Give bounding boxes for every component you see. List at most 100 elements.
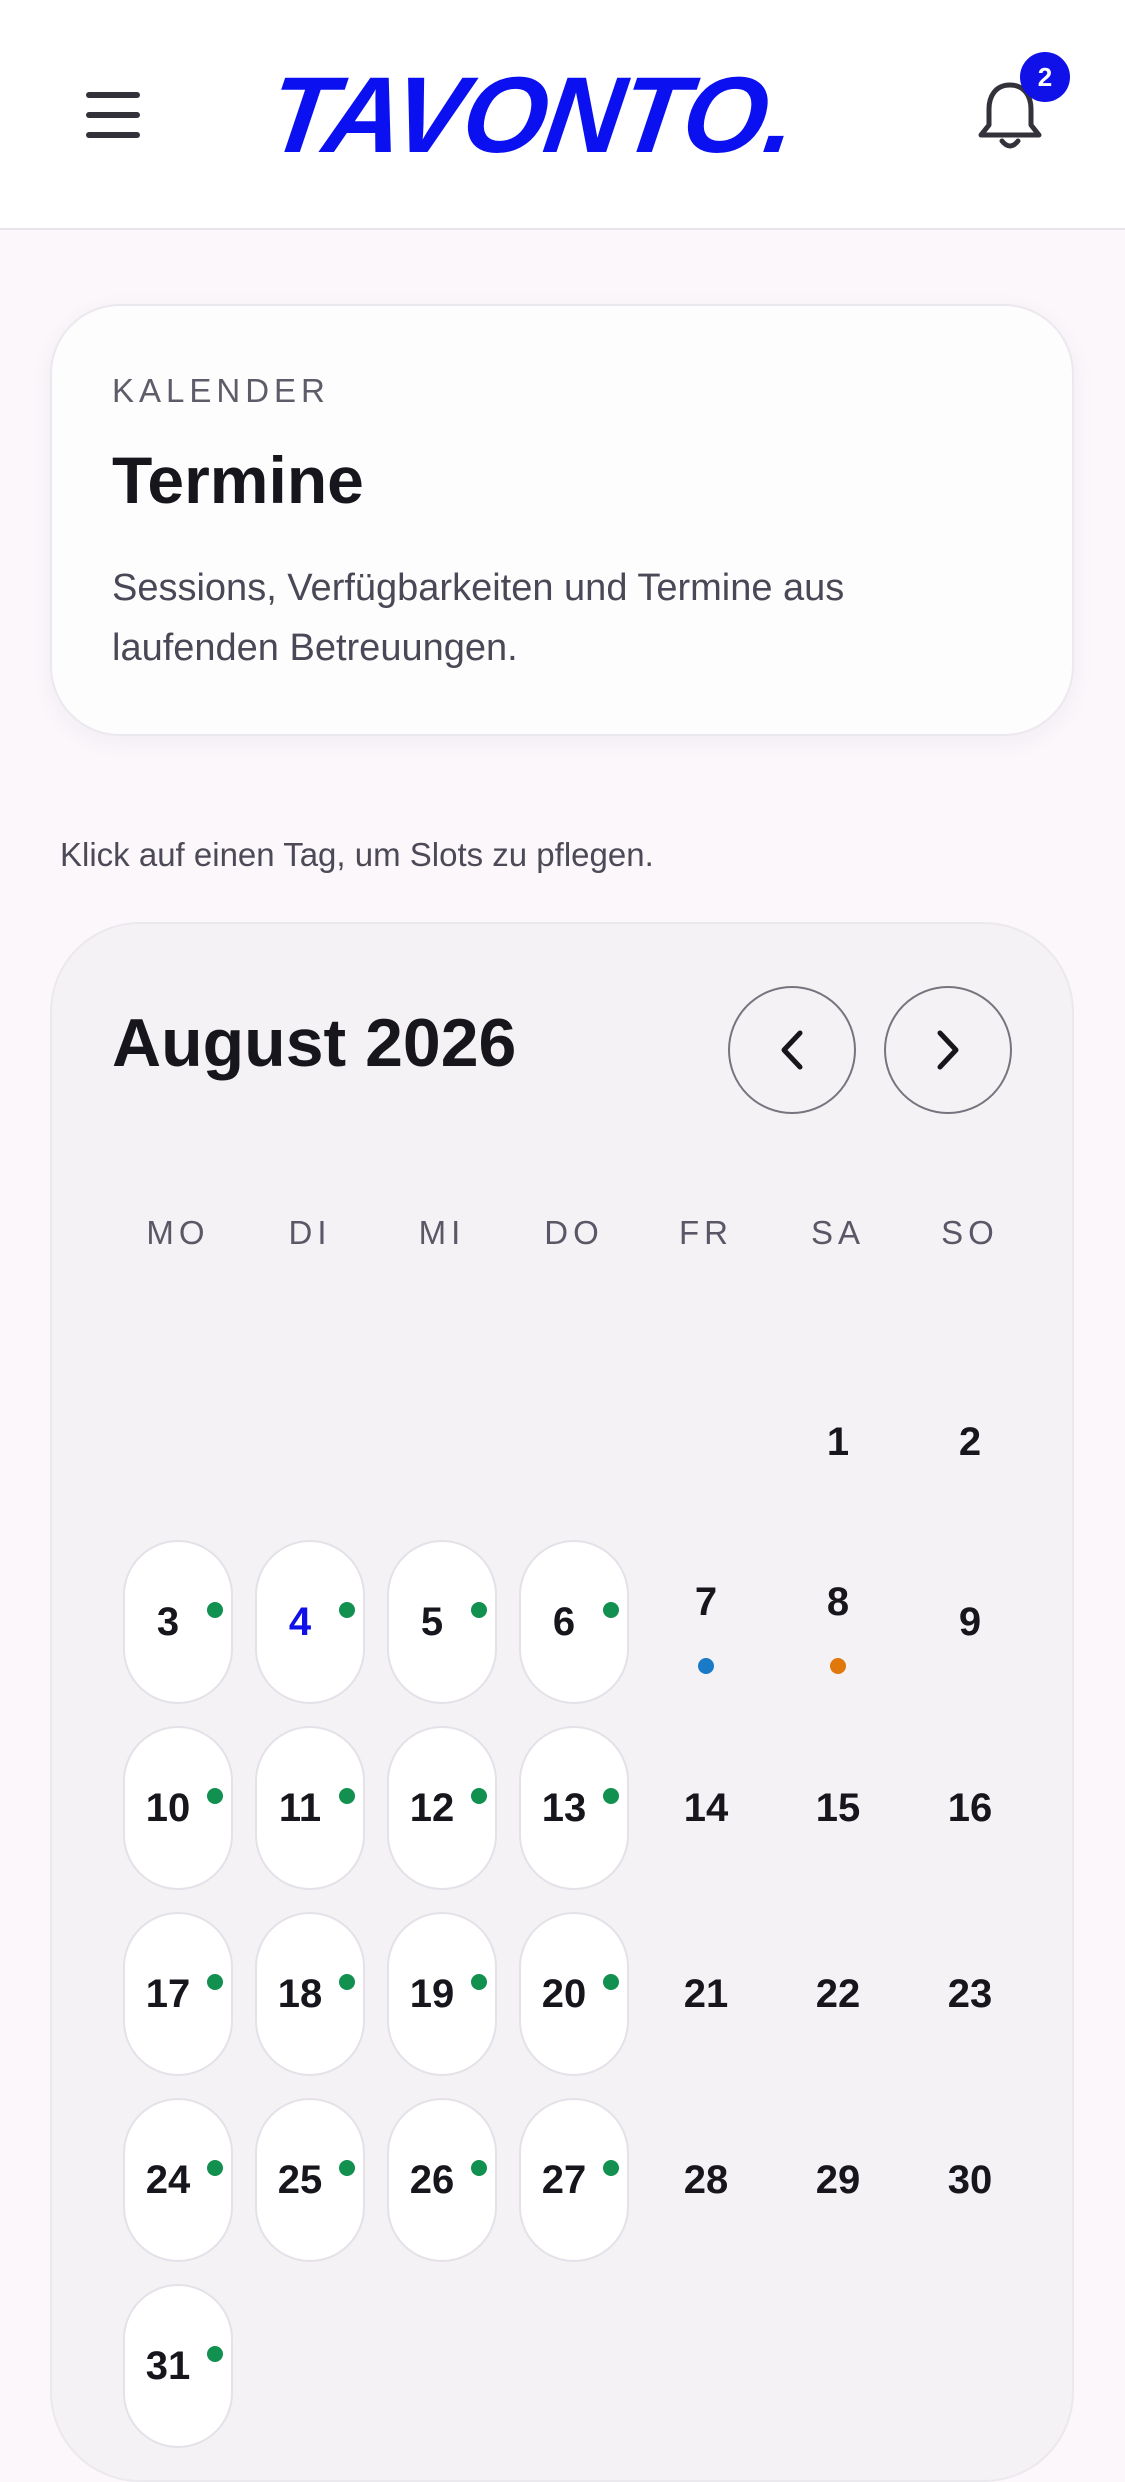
- day-number: 10: [145, 1785, 191, 1830]
- calendar-day-28[interactable]: 28: [651, 2098, 761, 2262]
- calendar: August 2026 MO DI MI DO FR SA SO 1234567…: [50, 922, 1074, 2482]
- day-number: 16: [947, 1785, 993, 1830]
- event-indicator-dot: [207, 1788, 223, 1804]
- calendar-day-20[interactable]: 20: [519, 1912, 629, 2076]
- calendar-day-13[interactable]: 13: [519, 1726, 629, 1890]
- day-number: 17: [145, 1971, 191, 2016]
- calendar-day-6[interactable]: 6: [519, 1540, 629, 1704]
- calendar-day-21[interactable]: 21: [651, 1912, 761, 2076]
- event-indicator-dot: [339, 1788, 355, 1804]
- day-number: 20: [541, 1971, 587, 2016]
- event-indicator-dot: [207, 2346, 223, 2362]
- month-label: August 2026: [112, 1005, 517, 1081]
- weekday-header: MO DI MI DO FR SA SO: [112, 1214, 1036, 1264]
- event-indicator-dot: [471, 2160, 487, 2176]
- day-number: 6: [552, 1599, 576, 1644]
- calendar-day-29[interactable]: 29: [783, 2098, 893, 2262]
- day-number: 3: [156, 1599, 180, 1644]
- next-month-button[interactable]: [884, 986, 1012, 1114]
- calendar-day-2[interactable]: 2: [915, 1360, 1025, 1524]
- calendar-day-24[interactable]: 24: [123, 2098, 233, 2262]
- day-number: 22: [815, 1971, 861, 2016]
- calendar-day-8[interactable]: 8: [783, 1540, 893, 1704]
- hamburger-menu-icon[interactable]: [80, 82, 146, 148]
- calendar-day-25[interactable]: 25: [255, 2098, 365, 2262]
- calendar-day-10[interactable]: 10: [123, 1726, 233, 1890]
- page-description: Sessions, Verfügbarkeiten und Termine au…: [112, 567, 845, 669]
- calendar-day-7[interactable]: 7: [651, 1540, 761, 1704]
- event-indicator-dot: [471, 1602, 487, 1618]
- day-number: 14: [683, 1785, 729, 1830]
- page-title: Termine: [112, 443, 364, 517]
- brand-logo[interactable]: TAVONTO.: [261, 54, 868, 175]
- weekday-label: FR: [679, 1214, 733, 1251]
- calendar-day-3[interactable]: 3: [123, 1540, 233, 1704]
- top-bar: TAVONTO. 2: [0, 0, 1125, 230]
- day-number: 8: [826, 1579, 850, 1624]
- day-number: 4: [288, 1599, 312, 1644]
- day-number: 19: [409, 1971, 455, 2016]
- event-indicator-dot: [471, 1788, 487, 1804]
- section-eyebrow: KALENDER: [112, 372, 330, 409]
- calendar-day-22[interactable]: 22: [783, 1912, 893, 2076]
- day-number: 2: [958, 1419, 982, 1464]
- calendar-day-4[interactable]: 4: [255, 1540, 365, 1704]
- calendar-day-18[interactable]: 18: [255, 1912, 365, 2076]
- previous-month-button[interactable]: [728, 986, 856, 1114]
- calendar-day-23[interactable]: 23: [915, 1912, 1025, 2076]
- calendar-day-27[interactable]: 27: [519, 2098, 629, 2262]
- calendar-day-16[interactable]: 16: [915, 1726, 1025, 1890]
- event-indicator-dot: [603, 1788, 619, 1804]
- event-indicator-dot: [207, 1974, 223, 1990]
- day-number: 25: [277, 2157, 323, 2202]
- calendar-day-11[interactable]: 11: [255, 1726, 365, 1890]
- calendar-day-9[interactable]: 9: [915, 1540, 1025, 1704]
- weekday-label: MI: [418, 1214, 466, 1251]
- calendar-day-30[interactable]: 30: [915, 2098, 1025, 2262]
- event-indicator-dot: [207, 1602, 223, 1618]
- event-indicator-dot: [603, 1602, 619, 1618]
- calendar-day-1[interactable]: 1: [783, 1360, 893, 1524]
- day-number: 1: [826, 1419, 850, 1464]
- day-number: 24: [145, 2157, 191, 2202]
- calendar-day-15[interactable]: 15: [783, 1726, 893, 1890]
- calendar-hint: Klick auf einen Tag, um Slots zu pflegen…: [60, 836, 654, 873]
- event-indicator-dot: [339, 1602, 355, 1618]
- calendar-day-31[interactable]: 31: [123, 2284, 233, 2448]
- day-number: 5: [420, 1599, 444, 1644]
- day-number: 9: [958, 1599, 982, 1644]
- chevron-right-icon: [937, 1030, 959, 1070]
- event-indicator-dot: [339, 2160, 355, 2176]
- weekday-label: DO: [544, 1214, 604, 1251]
- calendar-day-14[interactable]: 14: [651, 1726, 761, 1890]
- weekday-label: MO: [146, 1214, 210, 1251]
- event-indicator-dot: [698, 1658, 714, 1674]
- calendar-day-17[interactable]: 17: [123, 1912, 233, 2076]
- weekday-label: DI: [288, 1214, 332, 1251]
- chevron-left-icon: [781, 1030, 803, 1070]
- calendar-day-26[interactable]: 26: [387, 2098, 497, 2262]
- event-indicator-dot: [471, 1974, 487, 1990]
- weekday-label: SO: [941, 1214, 999, 1251]
- day-number: 12: [409, 1785, 455, 1830]
- day-number: 26: [409, 2157, 455, 2202]
- event-indicator-dot: [603, 1974, 619, 1990]
- day-number: 13: [541, 1785, 587, 1830]
- day-number: 21: [683, 1971, 729, 2016]
- event-indicator-dot: [339, 1974, 355, 1990]
- day-number: 7: [694, 1579, 718, 1624]
- notification-badge: 2: [1020, 52, 1070, 102]
- day-number: 28: [683, 2157, 729, 2202]
- weekday-label: SA: [810, 1214, 866, 1251]
- day-number: 27: [541, 2157, 587, 2202]
- event-indicator-dot: [207, 2160, 223, 2176]
- day-number: 18: [277, 1971, 323, 2016]
- calendar-day-5[interactable]: 5: [387, 1540, 497, 1704]
- calendar-day-12[interactable]: 12: [387, 1726, 497, 1890]
- day-number: 11: [278, 1785, 322, 1830]
- day-number: 15: [815, 1785, 861, 1830]
- event-indicator-dot: [603, 2160, 619, 2176]
- event-indicator-dot: [830, 1658, 846, 1674]
- calendar-day-19[interactable]: 19: [387, 1912, 497, 2076]
- intro-card: KALENDER Termine Sessions, Verfügbarkeit…: [50, 304, 1074, 736]
